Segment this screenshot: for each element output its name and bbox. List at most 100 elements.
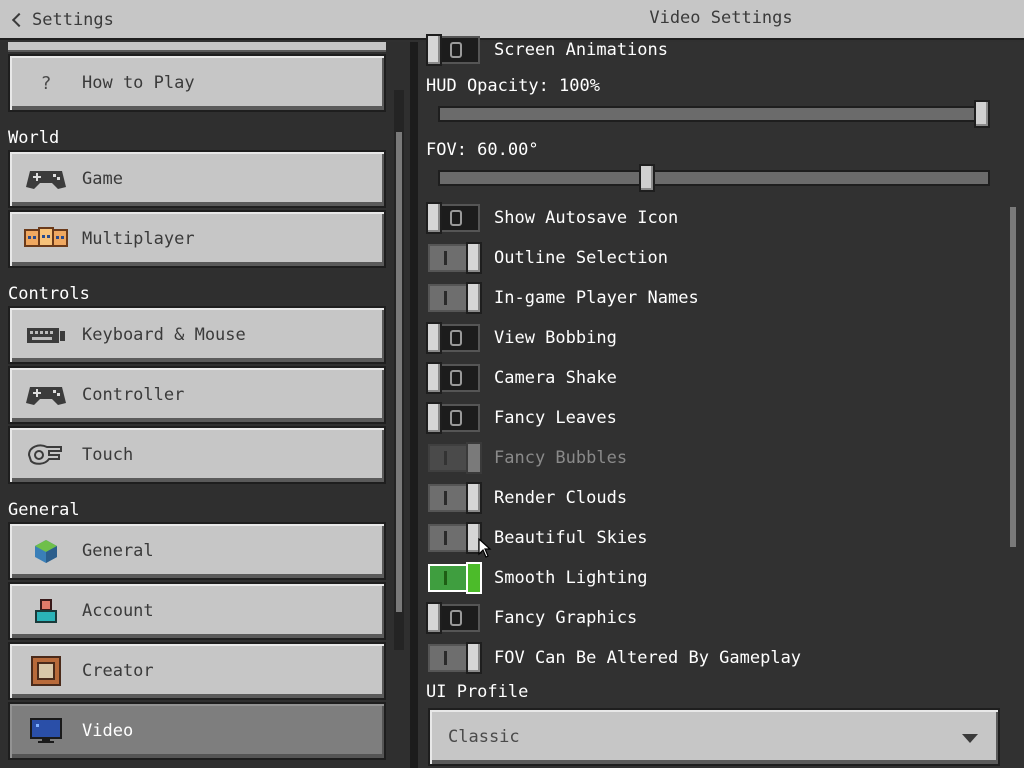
sidebar-item-label: How to Play [82, 73, 195, 93]
sidebar-item-label: Keyboard & Mouse [82, 325, 246, 345]
toggle-on-mark [444, 451, 447, 465]
toggle-row-in-game-player-names: In-game Player Names [428, 282, 988, 318]
chevron-left-icon [11, 12, 27, 28]
sidebar-item-multiplayer[interactable]: Multiplayer [8, 210, 386, 268]
settings-sidebar: ? How to Play World Game Multiplayer Con… [0, 42, 412, 768]
touch-hand-icon [24, 440, 68, 470]
toggle-off-mark [450, 410, 462, 426]
sidebar-item-label: Creator [82, 661, 154, 681]
toggle-on-mark [444, 651, 447, 665]
command-block-icon [24, 656, 68, 686]
sidebar-item-controller[interactable]: Controller [8, 366, 386, 424]
sidebar-item-label: Multiplayer [82, 229, 195, 249]
sidebar-item-label: Game [82, 169, 123, 189]
toggle-row-view-bobbing: View Bobbing [426, 322, 988, 358]
toggle-knob [426, 34, 442, 66]
toggle-row-camera-shake: Camera Shake [426, 362, 988, 398]
toggle-label: Outline Selection [494, 248, 668, 268]
section-title-general: General [8, 500, 80, 520]
partial-button-above [8, 42, 386, 52]
outline-selection-toggle[interactable] [428, 242, 482, 274]
toggle-label: Beautiful Skies [494, 528, 648, 548]
fancy-leaves-toggle[interactable] [426, 402, 480, 434]
fov-slider[interactable] [438, 170, 990, 186]
mouse-cursor-icon [478, 538, 492, 558]
toggle-label: View Bobbing [494, 328, 617, 348]
fancy-graphics-toggle[interactable] [426, 602, 480, 634]
back-button[interactable]: Settings [10, 8, 114, 32]
in-game-player-names-toggle[interactable] [428, 282, 482, 314]
sidebar-item-label: Touch [82, 445, 134, 465]
toggle-label: Render Clouds [494, 488, 628, 508]
hud-opacity-slider-thumb[interactable] [974, 100, 990, 128]
fancy-bubbles-toggle [428, 442, 482, 474]
toggle-row-fancy-graphics: Fancy Graphics [426, 602, 988, 638]
ui-profile-dropdown[interactable]: Classic [428, 708, 1000, 766]
view-bobbing-toggle[interactable] [426, 322, 480, 354]
keyboard-icon [24, 320, 68, 350]
camera-shake-toggle[interactable] [426, 362, 480, 394]
sidebar-item-creator[interactable]: Creator [8, 642, 386, 700]
hud-opacity-label: HUD Opacity: 100% [426, 76, 600, 96]
screen-animations-toggle[interactable] [426, 34, 480, 66]
toggle-knob [466, 642, 482, 674]
hud-opacity-slider[interactable] [438, 106, 990, 122]
toggle-knob [466, 242, 482, 274]
toggle-label: Screen Animations [494, 40, 668, 60]
toggle-knob [466, 562, 482, 594]
toggle-label: In-game Player Names [494, 288, 699, 308]
page-title: Video Settings [649, 8, 793, 28]
sidebar-item-game[interactable]: Game [8, 150, 386, 208]
toggle-knob [426, 322, 442, 354]
sidebar-item-label: Controller [82, 385, 185, 405]
sidebar-item-label: General [82, 541, 154, 561]
toggle-label: Fancy Bubbles [494, 448, 628, 468]
toggle-label: Fancy Graphics [494, 608, 638, 628]
settings-scrollbar-thumb[interactable] [1010, 207, 1016, 547]
toggle-knob [426, 362, 442, 394]
sidebar-item-how-to-play[interactable]: ? How to Play [8, 54, 386, 112]
toggle-row-screen-animations: Screen Animations [426, 34, 988, 70]
toggle-knob [426, 602, 442, 634]
header-bar: Settings Video Settings [0, 0, 1024, 40]
toggle-off-mark [450, 610, 462, 626]
toggle-label: FOV Can Be Altered By Gameplay [494, 648, 802, 668]
sidebar-item-label: Account [82, 601, 154, 621]
toggle-knob [466, 442, 482, 474]
toggle-on-mark [444, 291, 447, 305]
render-clouds-toggle[interactable] [428, 482, 482, 514]
fov-can-be-altered-by-gameplay-toggle[interactable] [428, 642, 482, 674]
toggle-label: Show Autosave Icon [494, 208, 679, 228]
sidebar-item-general[interactable]: General [8, 522, 386, 580]
video-settings-panel: Screen Animations HUD Opacity: 100% FOV:… [418, 34, 1024, 768]
toggle-row-fancy-bubbles: Fancy Bubbles [428, 442, 988, 478]
sidebar-item-keyboard-mouse[interactable]: Keyboard & Mouse [8, 306, 386, 364]
toggle-row-outline-selection: Outline Selection [428, 242, 988, 278]
ui-profile-label: UI Profile [426, 682, 529, 702]
sidebar-item-touch[interactable]: Touch [8, 426, 386, 484]
toggle-knob [426, 402, 442, 434]
sidebar-item-label: Video [82, 721, 134, 741]
fov-slider-thumb[interactable] [639, 164, 655, 192]
section-title-controls: Controls [8, 284, 90, 304]
panel-divider [410, 42, 418, 768]
ui-profile-value: Classic [448, 727, 520, 747]
sidebar-scrollbar-thumb[interactable] [396, 132, 402, 612]
toggle-on-mark [444, 571, 447, 585]
monitor-icon [24, 716, 68, 746]
sidebar-item-account[interactable]: Account [8, 582, 386, 640]
toggle-on-mark [444, 251, 447, 265]
gamepad-icon [24, 164, 68, 194]
question-icon: ? [40, 72, 52, 94]
toggle-off-mark [450, 42, 462, 58]
toggle-row-show-autosave-icon: Show Autosave Icon [426, 202, 988, 238]
toggle-row-fov-can-be-altered-by-gameplay: FOV Can Be Altered By Gameplay [428, 642, 988, 678]
globe-cube-icon [24, 536, 68, 566]
multiplayer-heads-icon [24, 224, 68, 254]
toggle-knob [426, 202, 442, 234]
show-autosave-icon-toggle[interactable] [426, 202, 480, 234]
sidebar-item-video[interactable]: Video [8, 702, 386, 760]
toggle-row-render-clouds: Render Clouds [428, 482, 988, 518]
beautiful-skies-toggle[interactable] [428, 522, 482, 554]
smooth-lighting-toggle[interactable] [428, 562, 482, 594]
